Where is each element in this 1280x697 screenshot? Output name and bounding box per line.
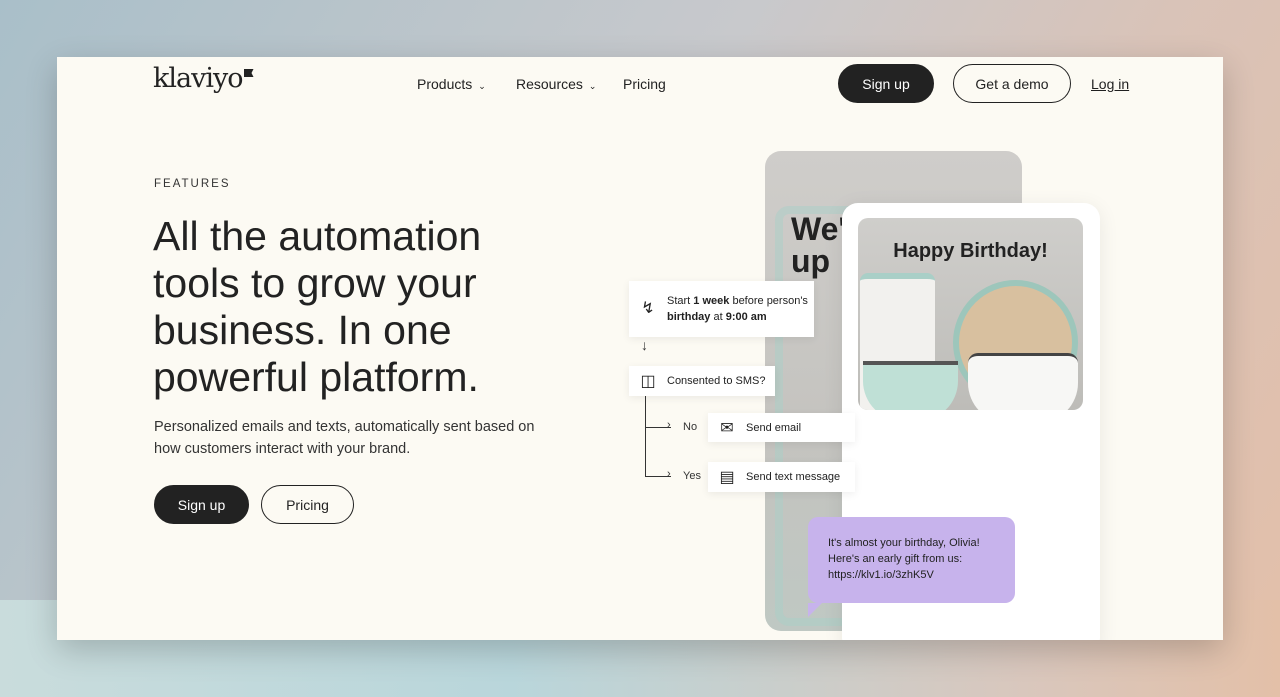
hero-pricing-button[interactable]: Pricing bbox=[261, 485, 354, 524]
nav-label: Resources bbox=[516, 76, 583, 92]
sms-link: https://klv1.io/3zhK5V bbox=[828, 569, 934, 581]
message-icon: ▤ bbox=[719, 469, 735, 486]
send-text-text: Send text message bbox=[746, 471, 841, 483]
condition-text: Consented to SMS? bbox=[667, 375, 766, 387]
nav-label: Products bbox=[417, 76, 473, 92]
yes-label: Yes bbox=[683, 470, 701, 482]
sms-bubble: It's almost your birthday, Olivia! Here'… bbox=[808, 517, 1015, 617]
nav-products[interactable]: Products ⌄ bbox=[417, 76, 486, 92]
hero-subtitle: Personalized emails and texts, automatic… bbox=[154, 419, 535, 457]
logo-text: klaviyo bbox=[153, 63, 243, 94]
hero-title: All the automation tools to grow your bu… bbox=[153, 213, 482, 400]
condition-card[interactable]: ◫ Consented to SMS? bbox=[629, 366, 775, 396]
chevron-down-icon: ⌄ bbox=[478, 81, 486, 91]
nav-pricing[interactable]: Pricing bbox=[623, 76, 666, 92]
split-icon: ◫ bbox=[640, 373, 656, 390]
header-signup-button[interactable]: Sign up bbox=[838, 64, 934, 103]
photo-title: Happy Birthday! bbox=[893, 240, 1048, 262]
branch-line bbox=[645, 396, 646, 476]
get-demo-button[interactable]: Get a demo bbox=[953, 64, 1071, 103]
envelope-icon: ✉ bbox=[720, 419, 734, 437]
eyebrow: FEATURES bbox=[154, 178, 231, 190]
arrow-down-icon: ↓ bbox=[641, 337, 648, 353]
login-link[interactable]: Log in bbox=[1091, 76, 1129, 92]
chevron-down-icon: ⌄ bbox=[588, 81, 597, 91]
sms-line: Here's an early gift from us: bbox=[828, 553, 963, 565]
arrow-right-icon: › bbox=[667, 419, 671, 431]
sms-line: It's almost your birthday, Olivia! bbox=[828, 537, 980, 549]
no-label: No bbox=[683, 421, 698, 433]
arrow-right-icon: › bbox=[667, 468, 671, 480]
trigger-card[interactable]: ↯ Start 1 week before person's birthday a… bbox=[629, 281, 814, 337]
klaviyo-logo[interactable]: klaviyo bbox=[153, 63, 254, 94]
page: klaviyo Products ⌄ Resources ⌄ Pricing Sig… bbox=[57, 57, 1223, 640]
send-text-card[interactable]: ▤ Send text message bbox=[708, 462, 855, 492]
lightning-icon: ↯ bbox=[641, 300, 655, 317]
trigger-text: Start 1 week before person's birthday at … bbox=[667, 295, 808, 323]
pot bbox=[968, 353, 1078, 410]
nav-resources[interactable]: Resources ⌄ bbox=[516, 76, 596, 92]
cookware-photo: Happy Birthday! bbox=[858, 218, 1083, 410]
flag-icon bbox=[243, 69, 254, 77]
send-email-card[interactable]: ✉ Send email bbox=[708, 413, 855, 442]
bowl bbox=[863, 361, 958, 410]
send-email-text: Send email bbox=[746, 421, 802, 434]
hero-signup-button[interactable]: Sign up bbox=[154, 485, 249, 524]
